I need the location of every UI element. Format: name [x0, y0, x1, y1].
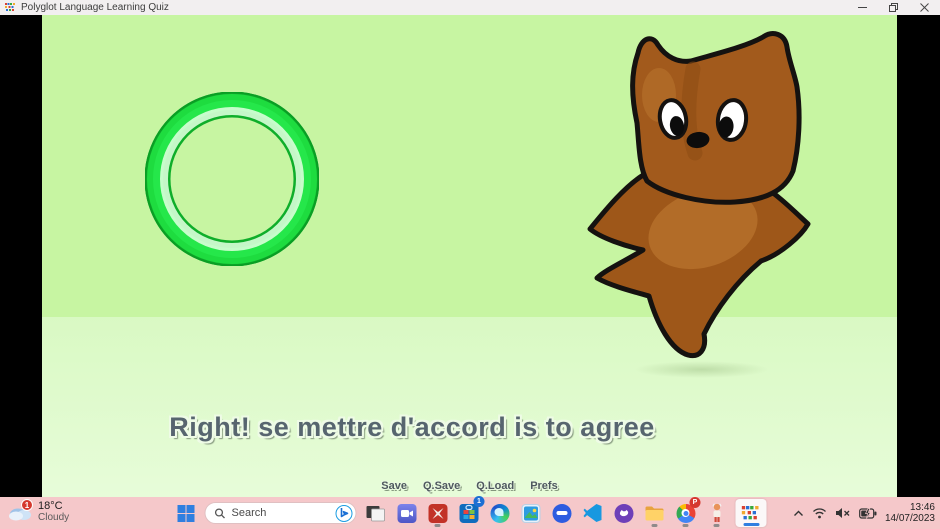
prefs-button[interactable]: Prefs [530, 480, 558, 492]
taskbar-item-chrome[interactable]: P [674, 499, 698, 527]
tray-overflow-button[interactable] [793, 510, 804, 517]
store-notification-badge: 1 [474, 496, 485, 507]
save-button[interactable]: Save [381, 480, 407, 492]
taskbar-item-desktops[interactable] [364, 499, 388, 527]
weather-condition: Cloudy [38, 512, 69, 524]
red-app-icon [428, 504, 447, 523]
battery-icon [859, 508, 877, 519]
running-indicator [435, 524, 441, 527]
taskbar-item-store[interactable]: 1 [457, 499, 481, 527]
taskbar-center: Search [174, 497, 767, 529]
taskbar-item-vscode[interactable] [581, 499, 605, 527]
running-indicator [683, 524, 689, 527]
taskbar-item-edge[interactable] [488, 499, 512, 527]
active-window-indicator [743, 523, 759, 526]
taskbar: 1 18°C Cloudy Search [0, 497, 940, 529]
bear-character[interactable] [585, 23, 812, 368]
start-button[interactable] [174, 499, 198, 527]
running-indicator [652, 524, 658, 527]
close-icon [920, 3, 929, 12]
search-box[interactable]: Search [205, 502, 357, 524]
taskbar-item-chat[interactable] [395, 499, 419, 527]
bing-icon [336, 505, 353, 522]
desktop-windows-icon [366, 505, 385, 522]
close-button[interactable] [909, 0, 940, 15]
window-content: Right! se mettre d'accord is to agree Sa… [0, 15, 940, 497]
wifi-icon [812, 507, 827, 519]
weather-temperature: 18°C [38, 500, 69, 512]
taskbar-item-zoom[interactable] [550, 499, 574, 527]
zoom-icon [552, 504, 571, 523]
weather-alert-badge: 1 [21, 499, 33, 511]
game-viewport: Right! se mettre d'accord is to agree Sa… [42, 15, 897, 497]
clock-date: 14/07/2023 [885, 513, 935, 525]
windows-logo-icon [177, 505, 194, 522]
edge-icon [490, 504, 509, 523]
system-tray: 13:46 14/07/2023 [793, 497, 935, 529]
green-ring[interactable] [145, 92, 319, 266]
taskbar-item-polyglot-quiz-active[interactable] [736, 499, 767, 527]
polyglot-pixel-icon [741, 506, 762, 521]
running-indicator [714, 524, 720, 527]
search-icon [215, 508, 226, 519]
chevron-up-icon [793, 510, 804, 517]
game-button-row: Save Q.Save Q.Load Prefs [42, 480, 897, 492]
photos-icon [521, 504, 540, 523]
battery-button[interactable] [859, 508, 877, 519]
microsoft-store-icon [459, 504, 478, 523]
titlebar: Polyglot Language Learning Quiz [0, 0, 940, 15]
qload-button[interactable]: Q.Load [476, 480, 514, 492]
github-desktop-icon [614, 504, 633, 523]
volume-muted-icon [835, 507, 851, 519]
clock[interactable]: 13:46 14/07/2023 [885, 502, 935, 525]
minimize-icon [858, 3, 867, 12]
search-placeholder: Search [232, 507, 330, 519]
restore-button[interactable] [878, 0, 909, 15]
weather-widget[interactable]: 1 18°C Cloudy [8, 500, 69, 524]
taskbar-item-game-character[interactable] [705, 499, 729, 527]
wifi-button[interactable] [812, 507, 827, 519]
minimize-button[interactable] [847, 0, 878, 15]
quiz-feedback-subtitle: Right! se mettre d'accord is to agree [42, 412, 782, 443]
window-title: Polyglot Language Learning Quiz [21, 2, 169, 13]
app-pixel-icon [5, 3, 16, 12]
taskbar-item-quiz-app[interactable] [426, 499, 450, 527]
restore-icon [889, 3, 898, 12]
chat-video-icon [397, 504, 416, 523]
clock-time: 13:46 [885, 502, 935, 514]
taskbar-item-file-explorer[interactable] [643, 499, 667, 527]
file-explorer-icon [645, 505, 665, 522]
qsave-button[interactable]: Q.Save [423, 480, 460, 492]
vscode-icon [584, 504, 602, 522]
volume-button[interactable] [835, 507, 851, 519]
taskbar-item-photos[interactable] [519, 499, 543, 527]
taskbar-item-github[interactable] [612, 499, 636, 527]
game-character-icon [710, 503, 723, 523]
chrome-profile-badge: P [690, 497, 701, 508]
